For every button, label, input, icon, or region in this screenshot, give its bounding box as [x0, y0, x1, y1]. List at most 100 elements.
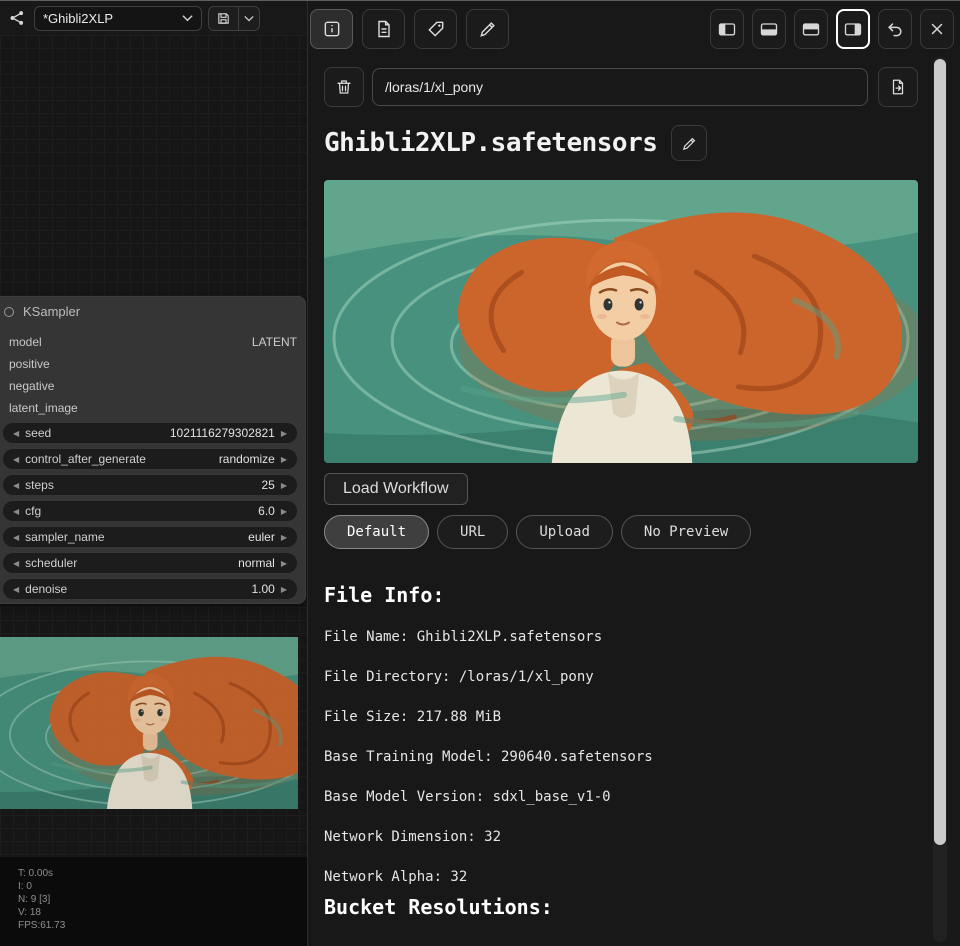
pencil-icon: [478, 19, 498, 39]
file-info-row: Network Dimension: 32: [324, 829, 653, 845]
workflow-selector[interactable]: *Ghibli2XLP: [34, 6, 202, 31]
preview-source-upload[interactable]: Upload: [516, 515, 613, 549]
stat-line: I: 0: [18, 880, 65, 893]
close-panel-button[interactable]: [920, 9, 954, 49]
dock-right-button[interactable]: [836, 9, 870, 49]
model-preview-image: [324, 180, 918, 463]
node-ksampler[interactable]: KSampler LATENT model positive negative …: [0, 296, 306, 604]
node-title: KSampler: [23, 304, 80, 319]
file-arrow-icon: [889, 78, 907, 96]
widget-scheduler[interactable]: ◀ scheduler normal ▶: [3, 553, 297, 573]
input-slot-negative[interactable]: negative: [9, 379, 54, 393]
increment-arrow-icon[interactable]: ▶: [275, 585, 293, 594]
preview-source-no-preview[interactable]: No Preview: [621, 515, 751, 549]
increment-arrow-icon[interactable]: ▶: [275, 455, 293, 464]
input-slot-positive[interactable]: positive: [9, 357, 50, 371]
canvas-stats: T: 0.00s I: 0 N: 9 [3] V: 18 FPS:61.73: [18, 867, 65, 932]
dock-top-icon: [801, 19, 821, 39]
dock-left-button[interactable]: [710, 9, 744, 49]
widget-value: euler: [248, 530, 275, 544]
model-artwork: [324, 180, 918, 463]
tag-icon: [426, 19, 446, 39]
chevron-down-icon: [182, 14, 193, 22]
workflow-name: *Ghibli2XLP: [43, 11, 182, 26]
share-icon[interactable]: [6, 7, 28, 29]
bucket-resolutions-heading: Bucket Resolutions:: [324, 895, 553, 919]
widget-label: sampler_name: [25, 530, 104, 544]
workflow-topbar: *Ghibli2XLP: [0, 1, 307, 35]
trash-icon: [335, 78, 353, 96]
widget-steps[interactable]: ◀ steps 25 ▶: [3, 475, 297, 495]
decrement-arrow-icon[interactable]: ◀: [7, 429, 25, 438]
dock-bottom-icon: [759, 19, 779, 39]
widget-label: control_after_generate: [25, 452, 146, 466]
widget-seed[interactable]: ◀ seed 1021116279302821 ▶: [3, 423, 297, 443]
decrement-arrow-icon[interactable]: ◀: [7, 481, 25, 490]
document-icon: [374, 19, 394, 39]
model-path-input[interactable]: [372, 68, 868, 106]
increment-arrow-icon[interactable]: ▶: [275, 559, 293, 568]
save-button[interactable]: [208, 6, 238, 31]
widget-value: 1.00: [251, 582, 274, 596]
tab-info-button[interactable]: [310, 9, 353, 49]
dock-right-icon: [843, 19, 863, 39]
decrement-arrow-icon[interactable]: ◀: [7, 585, 25, 594]
delete-model-button[interactable]: [324, 67, 364, 107]
load-workflow-button[interactable]: Load Workflow: [324, 473, 468, 505]
widget-label: denoise: [25, 582, 67, 596]
panel-tabs: [310, 9, 509, 49]
node-preview-image[interactable]: [0, 637, 298, 809]
file-info-heading: File Info:: [324, 583, 444, 607]
scrollbar[interactable]: [933, 57, 947, 942]
file-info-row: File Directory: /loras/1/xl_pony: [324, 669, 653, 685]
increment-arrow-icon[interactable]: ▶: [275, 429, 293, 438]
chevron-down-icon: [244, 15, 254, 22]
close-icon: [928, 20, 946, 38]
widget-sampler-name[interactable]: ◀ sampler_name euler ▶: [3, 527, 297, 547]
stat-line: FPS:61.73: [18, 919, 65, 932]
widget-denoise[interactable]: ◀ denoise 1.00 ▶: [3, 579, 297, 599]
decrement-arrow-icon[interactable]: ◀: [7, 559, 25, 568]
workflow-editor: *Ghibli2XLP: [0, 1, 307, 946]
rename-model-button[interactable]: [671, 125, 707, 161]
file-info-row: File Name: Ghibli2XLP.safetensors: [324, 629, 653, 645]
output-slot-latent[interactable]: LATENT: [252, 335, 297, 349]
widget-control-after-generate[interactable]: ◀ control_after_generate randomize ▶: [3, 449, 297, 469]
decrement-arrow-icon[interactable]: ◀: [7, 533, 25, 542]
widget-value: 25: [261, 478, 274, 492]
preview-source-default[interactable]: Default: [324, 515, 429, 549]
tab-tags-button[interactable]: [414, 9, 457, 49]
increment-arrow-icon[interactable]: ▶: [275, 533, 293, 542]
dock-top-button[interactable]: [794, 9, 828, 49]
tab-description-button[interactable]: [362, 9, 405, 49]
save-icon: [216, 11, 231, 26]
input-slot-model[interactable]: model: [9, 335, 42, 349]
move-file-button[interactable]: [878, 67, 918, 107]
collapse-dot-icon[interactable]: [4, 307, 14, 317]
stat-line: T: 0.00s: [18, 867, 65, 880]
increment-arrow-icon[interactable]: ▶: [275, 481, 293, 490]
save-split-button: [208, 6, 260, 31]
decrement-arrow-icon[interactable]: ◀: [7, 455, 25, 464]
decrement-arrow-icon[interactable]: ◀: [7, 507, 25, 516]
input-slot-latent-image[interactable]: latent_image: [9, 401, 78, 415]
increment-arrow-icon[interactable]: ▶: [275, 507, 293, 516]
preview-source-url[interactable]: URL: [437, 515, 508, 549]
dock-bottom-button[interactable]: [752, 9, 786, 49]
save-options-button[interactable]: [238, 6, 260, 31]
widget-cfg[interactable]: ◀ cfg 6.0 ▶: [3, 501, 297, 521]
scrollbar-thumb[interactable]: [934, 59, 946, 845]
tab-edit-button[interactable]: [466, 9, 509, 49]
widget-label: steps: [25, 478, 54, 492]
model-title: Ghibli2XLP.safetensors: [324, 128, 657, 158]
curved-arrow-icon: [885, 19, 905, 39]
swap-side-button[interactable]: [878, 9, 912, 49]
widget-value: 1021116279302821: [170, 426, 275, 440]
dock-left-icon: [717, 19, 737, 39]
stat-line: V: 18: [18, 906, 65, 919]
widget-value: randomize: [219, 452, 275, 466]
file-info-row: File Size: 217.88 MiB: [324, 709, 653, 725]
graph-canvas[interactable]: KSampler LATENT model positive negative …: [0, 35, 307, 946]
generated-preview-image: [0, 637, 298, 809]
file-info-row: Base Training Model: 290640.safetensors: [324, 749, 653, 765]
